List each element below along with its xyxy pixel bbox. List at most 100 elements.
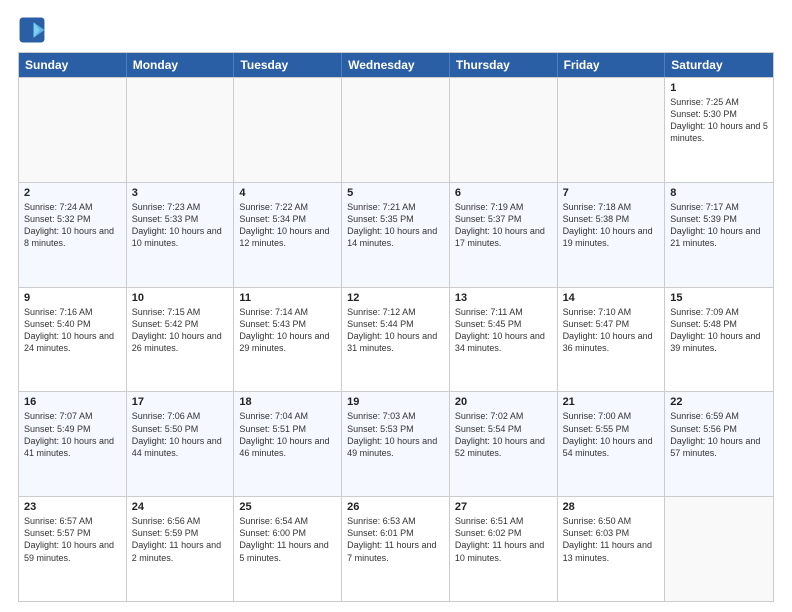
day-headers: SundayMondayTuesdayWednesdayThursdayFrid… (19, 53, 773, 77)
day-number: 14 (563, 292, 660, 304)
day-number: 21 (563, 396, 660, 408)
day-cell: 8 Sunrise: 7:17 AM Sunset: 5:39 PM Daylig… (665, 183, 773, 287)
day-cell: 7 Sunrise: 7:18 AM Sunset: 5:38 PM Daylig… (558, 183, 666, 287)
day-number: 11 (239, 292, 336, 304)
day-header-wednesday: Wednesday (342, 53, 450, 77)
day-number: 8 (670, 187, 768, 199)
day-cell (665, 497, 773, 601)
day-info: Sunrise: 7:15 AM Sunset: 5:42 PM Dayligh… (132, 306, 229, 355)
day-cell: 11 Sunrise: 7:14 AM Sunset: 5:43 PM Dayli… (234, 288, 342, 392)
day-cell: 2Sunrise: 7:24 AM Sunset: 5:32 PM Daylig… (19, 183, 127, 287)
day-cell: 5 Sunrise: 7:21 AM Sunset: 5:35 PM Daylig… (342, 183, 450, 287)
week-row-4: 16 Sunrise: 7:07 AM Sunset: 5:49 PM Dayli… (19, 391, 773, 496)
day-info: Sunrise: 7:10 AM Sunset: 5:47 PM Dayligh… (563, 306, 660, 355)
day-cell: 24 Sunrise: 6:56 AM Sunset: 5:59 PM Dayli… (127, 497, 235, 601)
day-number: 25 (239, 501, 336, 513)
day-cell: 1 Sunrise: 7:25 AM Sunset: 5:30 PM Daylig… (665, 78, 773, 182)
day-cell: 16 Sunrise: 7:07 AM Sunset: 5:49 PM Dayli… (19, 392, 127, 496)
day-info: Sunrise: 7:19 AM Sunset: 5:37 PM Dayligh… (455, 201, 552, 250)
day-number: 20 (455, 396, 552, 408)
day-number: 19 (347, 396, 444, 408)
day-info: Sunrise: 7:21 AM Sunset: 5:35 PM Dayligh… (347, 201, 444, 250)
day-info: Sunrise: 7:17 AM Sunset: 5:39 PM Dayligh… (670, 201, 768, 250)
logo-icon (18, 16, 46, 44)
week-row-3: 9 Sunrise: 7:16 AM Sunset: 5:40 PM Daylig… (19, 287, 773, 392)
day-cell: 4 Sunrise: 7:22 AM Sunset: 5:34 PM Daylig… (234, 183, 342, 287)
day-number: 17 (132, 396, 229, 408)
day-number: 10 (132, 292, 229, 304)
day-cell: 21 Sunrise: 7:00 AM Sunset: 5:55 PM Dayli… (558, 392, 666, 496)
day-info: Sunrise: 7:02 AM Sunset: 5:54 PM Dayligh… (455, 410, 552, 459)
day-number: 4 (239, 187, 336, 199)
day-info: Sunrise: 7:16 AM Sunset: 5:40 PM Dayligh… (24, 306, 121, 355)
day-cell: 12 Sunrise: 7:12 AM Sunset: 5:44 PM Dayli… (342, 288, 450, 392)
day-info: Sunrise: 6:50 AM Sunset: 6:03 PM Dayligh… (563, 515, 660, 564)
day-cell: 17 Sunrise: 7:06 AM Sunset: 5:50 PM Dayli… (127, 392, 235, 496)
day-info: Sunrise: 6:56 AM Sunset: 5:59 PM Dayligh… (132, 515, 229, 564)
day-cell (342, 78, 450, 182)
day-number: 3 (132, 187, 229, 199)
day-number: 15 (670, 292, 768, 304)
day-number: 28 (563, 501, 660, 513)
day-cell: 20 Sunrise: 7:02 AM Sunset: 5:54 PM Dayli… (450, 392, 558, 496)
day-number: 5 (347, 187, 444, 199)
day-number: 22 (670, 396, 768, 408)
day-info: Sunrise: 6:54 AM Sunset: 6:00 PM Dayligh… (239, 515, 336, 564)
day-header-friday: Friday (558, 53, 666, 77)
day-info: Sunrise: 7:18 AM Sunset: 5:38 PM Dayligh… (563, 201, 660, 250)
day-cell (19, 78, 127, 182)
day-info: Sunrise: 7:06 AM Sunset: 5:50 PM Dayligh… (132, 410, 229, 459)
day-number: 1 (670, 82, 768, 94)
day-number: 23 (24, 501, 121, 513)
day-info: Sunrise: 7:23 AM Sunset: 5:33 PM Dayligh… (132, 201, 229, 250)
week-row-2: 2Sunrise: 7:24 AM Sunset: 5:32 PM Daylig… (19, 182, 773, 287)
day-info: Sunrise: 6:57 AM Sunset: 5:57 PM Dayligh… (24, 515, 121, 564)
page: SundayMondayTuesdayWednesdayThursdayFrid… (0, 0, 792, 612)
day-cell: 9 Sunrise: 7:16 AM Sunset: 5:40 PM Daylig… (19, 288, 127, 392)
day-cell: 25 Sunrise: 6:54 AM Sunset: 6:00 PM Dayli… (234, 497, 342, 601)
day-info: Sunrise: 7:04 AM Sunset: 5:51 PM Dayligh… (239, 410, 336, 459)
day-header-sunday: Sunday (19, 53, 127, 77)
day-info: Sunrise: 7:22 AM Sunset: 5:34 PM Dayligh… (239, 201, 336, 250)
day-header-thursday: Thursday (450, 53, 558, 77)
day-info: Sunrise: 7:14 AM Sunset: 5:43 PM Dayligh… (239, 306, 336, 355)
week-row-1: 1 Sunrise: 7:25 AM Sunset: 5:30 PM Daylig… (19, 77, 773, 182)
day-cell: 22Sunrise: 6:59 AM Sunset: 5:56 PM Dayli… (665, 392, 773, 496)
day-info: Sunrise: 7:24 AM Sunset: 5:32 PM Dayligh… (24, 201, 121, 250)
day-cell (558, 78, 666, 182)
day-cell: 23 Sunrise: 6:57 AM Sunset: 5:57 PM Dayli… (19, 497, 127, 601)
day-cell: 13 Sunrise: 7:11 AM Sunset: 5:45 PM Dayli… (450, 288, 558, 392)
day-info: Sunrise: 7:12 AM Sunset: 5:44 PM Dayligh… (347, 306, 444, 355)
day-cell: 27Sunrise: 6:51 AM Sunset: 6:02 PM Dayli… (450, 497, 558, 601)
day-cell: 3 Sunrise: 7:23 AM Sunset: 5:33 PM Daylig… (127, 183, 235, 287)
day-info: Sunrise: 7:09 AM Sunset: 5:48 PM Dayligh… (670, 306, 768, 355)
day-cell: 14 Sunrise: 7:10 AM Sunset: 5:47 PM Dayli… (558, 288, 666, 392)
day-cell: 10 Sunrise: 7:15 AM Sunset: 5:42 PM Dayli… (127, 288, 235, 392)
week-row-5: 23 Sunrise: 6:57 AM Sunset: 5:57 PM Dayli… (19, 496, 773, 601)
day-number: 18 (239, 396, 336, 408)
header (18, 16, 774, 44)
day-cell: 18 Sunrise: 7:04 AM Sunset: 5:51 PM Dayli… (234, 392, 342, 496)
day-number: 9 (24, 292, 121, 304)
day-number: 7 (563, 187, 660, 199)
calendar: SundayMondayTuesdayWednesdayThursdayFrid… (18, 52, 774, 602)
logo (18, 16, 50, 44)
day-number: 13 (455, 292, 552, 304)
day-cell: 28 Sunrise: 6:50 AM Sunset: 6:03 PM Dayli… (558, 497, 666, 601)
day-number: 27 (455, 501, 552, 513)
day-cell: 15 Sunrise: 7:09 AM Sunset: 5:48 PM Dayli… (665, 288, 773, 392)
day-info: Sunrise: 7:11 AM Sunset: 5:45 PM Dayligh… (455, 306, 552, 355)
day-cell: 26Sunrise: 6:53 AM Sunset: 6:01 PM Dayli… (342, 497, 450, 601)
day-info: Sunrise: 7:00 AM Sunset: 5:55 PM Dayligh… (563, 410, 660, 459)
day-info: Sunrise: 7:25 AM Sunset: 5:30 PM Dayligh… (670, 96, 768, 145)
day-number: 6 (455, 187, 552, 199)
day-header-monday: Monday (127, 53, 235, 77)
day-info: Sunrise: 7:07 AM Sunset: 5:49 PM Dayligh… (24, 410, 121, 459)
day-cell: 6 Sunrise: 7:19 AM Sunset: 5:37 PM Daylig… (450, 183, 558, 287)
day-number: 12 (347, 292, 444, 304)
day-number: 24 (132, 501, 229, 513)
day-cell: 19 Sunrise: 7:03 AM Sunset: 5:53 PM Dayli… (342, 392, 450, 496)
day-number: 16 (24, 396, 121, 408)
day-cell (234, 78, 342, 182)
day-info: Sunrise: 7:03 AM Sunset: 5:53 PM Dayligh… (347, 410, 444, 459)
